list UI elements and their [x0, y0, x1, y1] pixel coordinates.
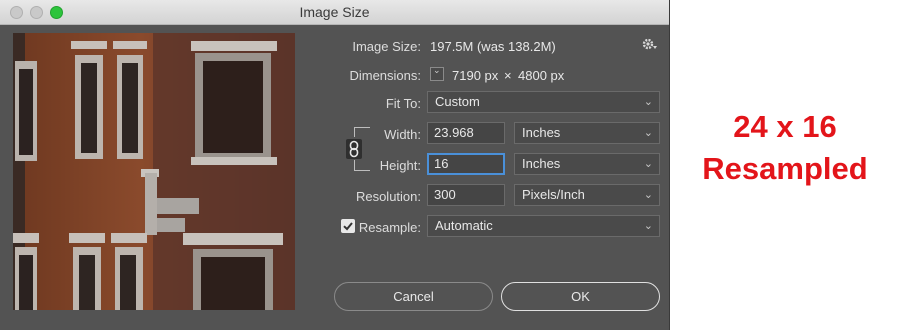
width-input[interactable]: 23.968 [427, 122, 505, 144]
dimensions-width-px: 7190 px [452, 68, 499, 83]
image-size-value: 197.5M (was 138.2M) [430, 39, 556, 54]
link-bracket-bottom [354, 160, 355, 170]
chain-link-icon[interactable] [346, 139, 362, 159]
annotation-size: 24 x 16 [733, 109, 837, 144]
annotation-resampled: Resampled [702, 151, 868, 186]
width-unit-select[interactable]: Inches ⌄ [514, 122, 660, 144]
image-preview[interactable] [13, 33, 295, 310]
chevron-down-icon: ⌄ [643, 158, 653, 170]
resample-method-select[interactable]: Automatic ⌄ [427, 215, 660, 237]
height-unit-select[interactable]: Inches ⌄ [514, 153, 660, 175]
image-size-label: Image Size: [352, 39, 421, 54]
dimensions-height-px: 4800 px [518, 68, 565, 83]
fit-to-value: Custom [435, 94, 480, 109]
link-bracket-top [354, 127, 355, 137]
image-size-dialog: Image Size Image Size: 197.5M (was 138.2… [0, 0, 670, 330]
resample-label: Resample: [358, 220, 421, 235]
chevron-down-icon: ⌄ [643, 220, 653, 232]
chevron-down-icon: ⌄ [643, 127, 653, 139]
ok-button[interactable]: OK [501, 282, 660, 311]
building-preview-image [13, 33, 295, 310]
chevron-down-icon: ⌄ [643, 189, 653, 201]
checkmark-icon [343, 222, 353, 231]
window-title: Image Size [299, 4, 370, 20]
chevron-down-icon: ⌄ [643, 96, 653, 108]
cancel-button[interactable]: Cancel [334, 282, 493, 311]
resolution-unit-value: Pixels/Inch [522, 187, 585, 202]
resample-method-value: Automatic [435, 218, 493, 233]
resolution-label: Resolution: [355, 189, 421, 204]
fit-to-label: Fit To: [385, 96, 421, 111]
dimensions-units-menu[interactable]: ⌄ [430, 65, 444, 81]
resolution-input[interactable]: 300 [427, 184, 505, 206]
fit-to-select[interactable]: Custom ⌄ [427, 91, 660, 113]
width-label: Width: [384, 127, 421, 142]
resolution-unit-select[interactable]: Pixels/Inch ⌄ [514, 184, 660, 206]
dimensions-times: × [504, 68, 512, 83]
height-label: Height: [379, 158, 421, 173]
height-input[interactable]: 16 [427, 153, 505, 175]
link-bracket-bottom-h [354, 170, 370, 171]
dimensions-label: Dimensions: [349, 68, 421, 83]
width-unit-value: Inches [522, 125, 561, 140]
title-bar: Image Size [0, 0, 669, 25]
height-unit-value: Inches [522, 156, 561, 171]
link-bracket-top-h [354, 127, 370, 128]
chevron-down-icon: ⌄ [433, 65, 441, 75]
gear-icon[interactable] [641, 36, 659, 54]
resample-checkbox[interactable] [341, 219, 355, 233]
